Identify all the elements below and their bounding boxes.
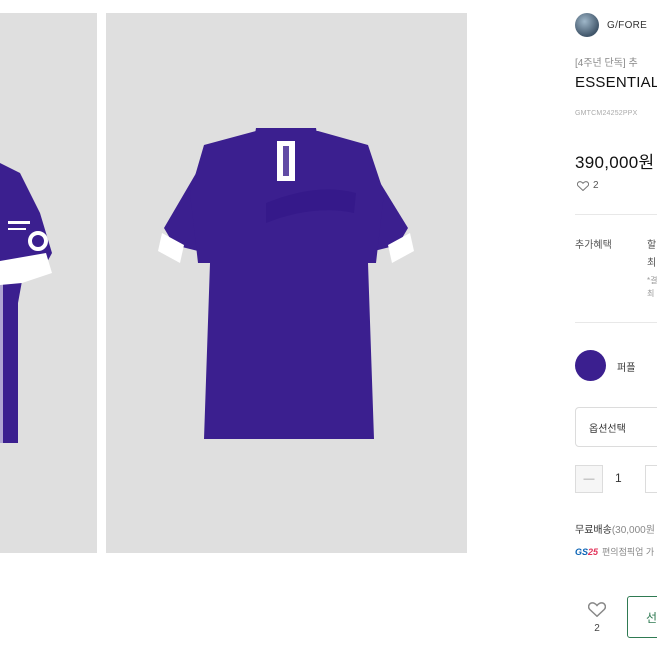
brand-avatar-icon xyxy=(575,13,599,37)
product-image-side[interactable] xyxy=(0,13,97,553)
product-image-main[interactable] xyxy=(106,13,467,553)
brand-name: G/FORE xyxy=(607,19,648,31)
option-select-placeholder: 옵션선택 xyxy=(589,423,626,435)
shipping-detail: (30,000원 xyxy=(611,525,655,536)
product-title: ESSENTIAL xyxy=(575,74,657,91)
heart-icon xyxy=(577,180,589,191)
option-select[interactable]: 옵션선택 xyxy=(575,407,657,447)
shirt-back-illustration xyxy=(158,128,414,439)
benefit-note-2: 최 xyxy=(647,289,655,298)
benefit-label: 추가혜택 xyxy=(575,240,612,251)
gs25-logo-icon: GS25 xyxy=(575,546,599,557)
benefit-note-1: *결 xyxy=(647,276,657,285)
product-subtitle: [4주년 단독] 추 xyxy=(575,58,638,69)
product-price: 390,000원 xyxy=(575,153,655,172)
divider xyxy=(575,214,657,215)
buy-button-label: 선 xyxy=(646,610,657,625)
brand-link[interactable]: G/FORE xyxy=(575,13,647,37)
quantity-value[interactable]: 1 xyxy=(615,471,622,485)
bottom-like-count: 2 xyxy=(594,623,600,634)
gs25-pickup: GS25 편의점픽업 가 xyxy=(575,545,654,558)
shirt-side-illustration xyxy=(0,163,52,443)
quantity-increase-button[interactable] xyxy=(645,465,657,493)
benefit-line-1: 할 xyxy=(647,240,657,251)
bottom-like-button[interactable]: 2 xyxy=(585,602,609,634)
likes-count[interactable]: 2 xyxy=(577,180,599,191)
divider xyxy=(575,322,657,323)
benefit-line-2: 최 xyxy=(647,258,657,269)
gs25-text: 편의점픽업 가 xyxy=(602,547,655,557)
color-swatch-purple[interactable] xyxy=(575,350,606,381)
shipping-info: 무료배송(30,000원 xyxy=(575,521,655,536)
heart-icon xyxy=(588,602,606,617)
buy-button[interactable]: 선 xyxy=(627,596,657,638)
product-code: GMTCM24252PPX xyxy=(575,110,638,117)
shipping-label: 무료배송 xyxy=(575,525,612,536)
color-swatch-label: 퍼플 xyxy=(617,363,636,374)
likes-number: 2 xyxy=(593,180,599,191)
quantity-decrease-button[interactable]: — xyxy=(575,465,603,493)
